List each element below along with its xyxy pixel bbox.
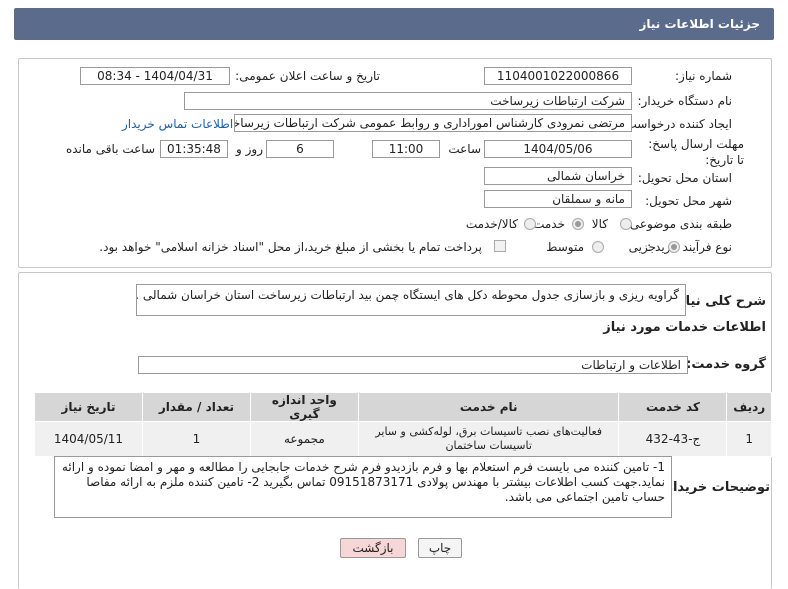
deadline-remaining-label: ساعت باقی مانده [65,142,155,156]
category-option-service: خدمت [533,217,565,231]
deadline-remaining-field: 01:35:48 [160,140,228,158]
col-qty: تعداد / مقدار [141,392,251,422]
buyer-notes-textarea[interactable]: 1- تامین کننده می بایست فرم استعلام بها … [54,456,672,518]
cell-date: 1404/05/11 [34,421,143,457]
cell-qty: 1 [141,421,251,457]
delivery-city-field: مانه و سملقان [484,190,632,208]
purchase-type-radio-minor[interactable] [668,241,680,253]
deadline-time-label: ساعت [448,142,481,156]
deadline-days-field: 6 [266,140,334,158]
cell-code: ج-43-432 [618,421,728,457]
purchase-type-label: نوع فرآیند خرید : [647,240,732,254]
services-section-title: اطلاعات خدمات مورد نیاز [603,320,766,335]
services-table: ردیف کد خدمت نام خدمت واحد اندازه گیری ت… [34,392,772,457]
table-row: 1 ج-43-432 فعالیت‌های نصب تاسیسات برق، ل… [34,421,772,457]
purchase-type-option-minor: جزیی [628,240,656,254]
deadline-days-label: روز و [236,142,263,156]
col-row: ردیف [726,392,772,422]
description-textarea[interactable]: گراویه ریزی و بازسازی جدول محوطه دکل های… [136,284,686,316]
cell-row: 1 [726,421,772,457]
delivery-city-label: شهر محل تحویل: [645,194,732,208]
announce-datetime-label: تاریخ و ساعت اعلان عمومی: [235,69,380,83]
description-label: شرح کلی نیاز: [672,294,766,309]
cell-unit: مجموعه [249,421,359,457]
deadline-time-field: 11:00 [372,140,440,158]
need-number-label: شماره نیاز: [675,69,732,83]
delivery-province-label: استان محل تحویل: [637,171,732,185]
purchase-type-option-medium: متوسط [546,240,584,254]
request-creator-field: مرتضی نمرودی کارشناس اموراداری و روابط ع… [234,114,632,132]
need-number-field: 1104001022000866 [484,67,632,85]
deadline-date-field: 1404/05/06 [484,140,632,158]
category-radio-goods[interactable] [620,218,632,230]
category-option-goods-service: کالا/خدمت [465,217,518,231]
service-group-label: گروه خدمت: [686,357,766,372]
buyer-contact-link[interactable]: اطلاعات تماس خریدار [122,117,233,131]
col-name: نام خدمت [357,392,620,422]
category-option-goods: کالا [591,217,608,231]
print-button[interactable]: چاپ [418,538,462,558]
treasury-checkbox[interactable] [494,240,506,252]
announce-datetime-field: 1404/04/31 - 08:34 [80,67,230,85]
back-button[interactable]: بازگشت [340,538,406,558]
col-code: کد خدمت [618,392,728,422]
delivery-province-field: خراسان شمالی [484,167,632,185]
treasury-note: پرداخت تمام یا بخشی از مبلغ خرید،از محل … [99,240,482,254]
col-unit: واحد اندازه گیری [249,392,359,422]
cell-name: فعالیت‌های نصب تاسیسات برق، لوله‌کشی و س… [357,421,620,457]
buyer-device-field: شرکت ارتباطات زیرساخت [184,92,632,110]
page-title: جزئیات اطلاعات نیاز [639,17,760,31]
buyer-notes-label: توضیحات خریدار: [660,480,770,495]
page-header: جزئیات اطلاعات نیاز [14,8,774,40]
category-radio-service[interactable] [572,218,584,230]
service-group-field: اطلاعات و ارتباطات [138,356,688,374]
col-date: تاریخ نیاز [34,392,143,422]
services-table-header: ردیف کد خدمت نام خدمت واحد اندازه گیری ت… [34,392,772,422]
buyer-device-label: نام دستگاه خریدار: [637,94,733,108]
purchase-type-radio-medium[interactable] [592,241,604,253]
category-radio-goods-service[interactable] [524,218,536,230]
deadline-label: مهلت ارسال پاسخ: تا تاریخ: [648,137,744,167]
request-creator-label: ایجاد کننده درخواست: [621,117,732,131]
category-label: طبقه بندی موضوعی: [625,217,732,231]
